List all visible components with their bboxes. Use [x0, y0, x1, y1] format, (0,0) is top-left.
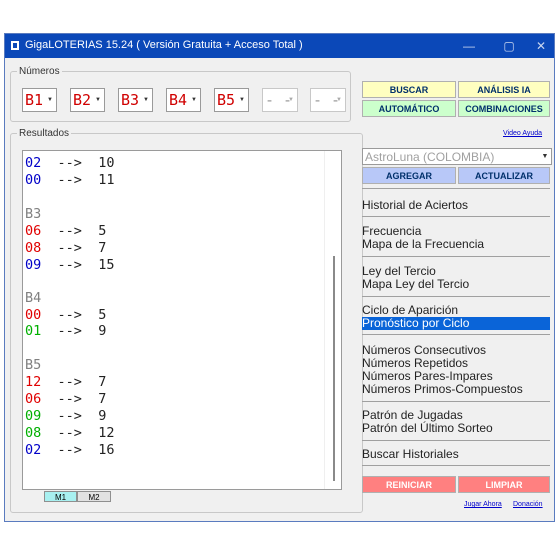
menu-separator: [362, 334, 550, 335]
select-b2[interactable]: B2 ▼: [70, 88, 105, 112]
result-line: 01 --> 9: [25, 323, 107, 339]
select-b1[interactable]: B1 ▼: [22, 88, 57, 112]
select-b4-value: B4: [169, 91, 188, 109]
analisis-ia-button[interactable]: ANÁLISIS IA: [458, 81, 550, 98]
result-group-header: B5: [25, 357, 42, 373]
result-line: 00 --> 11: [25, 172, 115, 188]
chevron-down-icon: ▼: [541, 153, 549, 160]
chevron-down-icon: ▼: [336, 97, 342, 103]
menu-pronostico-ciclo[interactable]: Pronóstico por Ciclo: [362, 317, 550, 330]
result-line: 08 --> 12: [25, 425, 115, 441]
lottery-select[interactable]: AstroLuna (COLOMBIA) ▼: [362, 148, 552, 165]
result-line: 09 --> 9: [25, 408, 107, 424]
donacion-link[interactable]: Donación: [513, 501, 543, 508]
select-b5-value: B5: [217, 91, 236, 109]
agregar-button[interactable]: AGREGAR: [362, 167, 456, 184]
menu-separator: [362, 216, 550, 217]
result-line: 08 --> 7: [25, 240, 107, 256]
menu-buscar-historiales[interactable]: Buscar Historiales: [362, 448, 550, 461]
window-title: GigaLOTERIAS 15.24 ( Versión Gratuita + …: [25, 39, 303, 51]
chevron-down-icon: ▼: [191, 97, 197, 103]
chevron-down-icon: ▼: [143, 97, 149, 103]
result-line: 06 --> 7: [25, 391, 107, 407]
resultados-legend: Resultados: [19, 128, 70, 139]
chevron-down-icon: ▼: [288, 97, 294, 103]
menu-mapa-ley-tercio[interactable]: Mapa Ley del Tercio: [362, 278, 550, 291]
result-line: 12 --> 7: [25, 374, 107, 390]
title-bar: GigaLOTERIAS 15.24 ( Versión Gratuita + …: [5, 34, 554, 58]
select-b6[interactable]: - - ▼: [262, 88, 298, 112]
menu-numeros-primos-compuestos[interactable]: Números Primos-Compuestos: [362, 383, 550, 396]
result-line: 09 --> 15: [25, 257, 115, 273]
menu-patron-ultimo-sorteo[interactable]: Patrón del Último Sorteo: [362, 422, 550, 435]
results-scrollbar[interactable]: [324, 151, 341, 489]
select-b4[interactable]: B4 ▼: [166, 88, 201, 112]
select-b7[interactable]: - - ▼: [310, 88, 346, 112]
scrollbar-thumb[interactable]: [333, 256, 335, 481]
buscar-button[interactable]: BUSCAR: [362, 81, 456, 98]
actualizar-button[interactable]: ACTUALIZAR: [458, 167, 550, 184]
menu-separator: [362, 401, 550, 402]
select-b3-value: B3: [121, 91, 140, 109]
lottery-select-value: AstroLuna (COLOMBIA): [365, 150, 495, 164]
automatico-button[interactable]: AUTOMÁTICO: [362, 100, 456, 117]
limpiar-button[interactable]: LIMPIAR: [458, 476, 550, 493]
result-line: 02 --> 10: [25, 155, 115, 171]
result-group-header: B4: [25, 290, 42, 306]
menu-mapa-frecuencia[interactable]: Mapa de la Frecuencia: [362, 238, 550, 251]
menu-separator: [362, 256, 550, 257]
result-group-header: B3: [25, 206, 42, 222]
menu-historial-aciertos[interactable]: Historial de Aciertos: [362, 199, 550, 212]
select-b3[interactable]: B3 ▼: [118, 88, 153, 112]
chevron-down-icon: ▼: [95, 97, 101, 103]
tab-m2[interactable]: M2: [77, 491, 111, 502]
menu-separator: [362, 296, 550, 297]
select-b5[interactable]: B5 ▼: [214, 88, 249, 112]
reiniciar-button[interactable]: REINICIAR: [362, 476, 456, 493]
chevron-down-icon: ▼: [239, 97, 245, 103]
numeros-legend: Números: [19, 66, 60, 77]
chevron-down-icon: ▼: [47, 97, 53, 103]
minimize-button[interactable]: —: [449, 34, 489, 58]
menu-separator: [362, 188, 550, 189]
results-textarea[interactable]: 02 --> 10 00 --> 11 B3 06 --> 5 08 --> 7…: [22, 150, 342, 490]
close-button[interactable]: ✕: [521, 34, 560, 58]
tab-m1[interactable]: M1: [44, 491, 77, 502]
combinaciones-button[interactable]: COMBINACIONES: [458, 100, 550, 117]
select-b1-value: B1: [25, 91, 44, 109]
result-line: 02 --> 16: [25, 442, 115, 458]
video-ayuda-link[interactable]: Video Ayuda: [503, 130, 542, 137]
menu-separator: [362, 465, 550, 466]
select-b2-value: B2: [73, 91, 92, 109]
result-line: 00 --> 5: [25, 307, 107, 323]
app-icon: [11, 41, 19, 50]
result-line: 06 --> 5: [25, 223, 107, 239]
jugar-ahora-link[interactable]: Jugar Ahora: [464, 501, 502, 508]
menu-separator: [362, 440, 550, 441]
